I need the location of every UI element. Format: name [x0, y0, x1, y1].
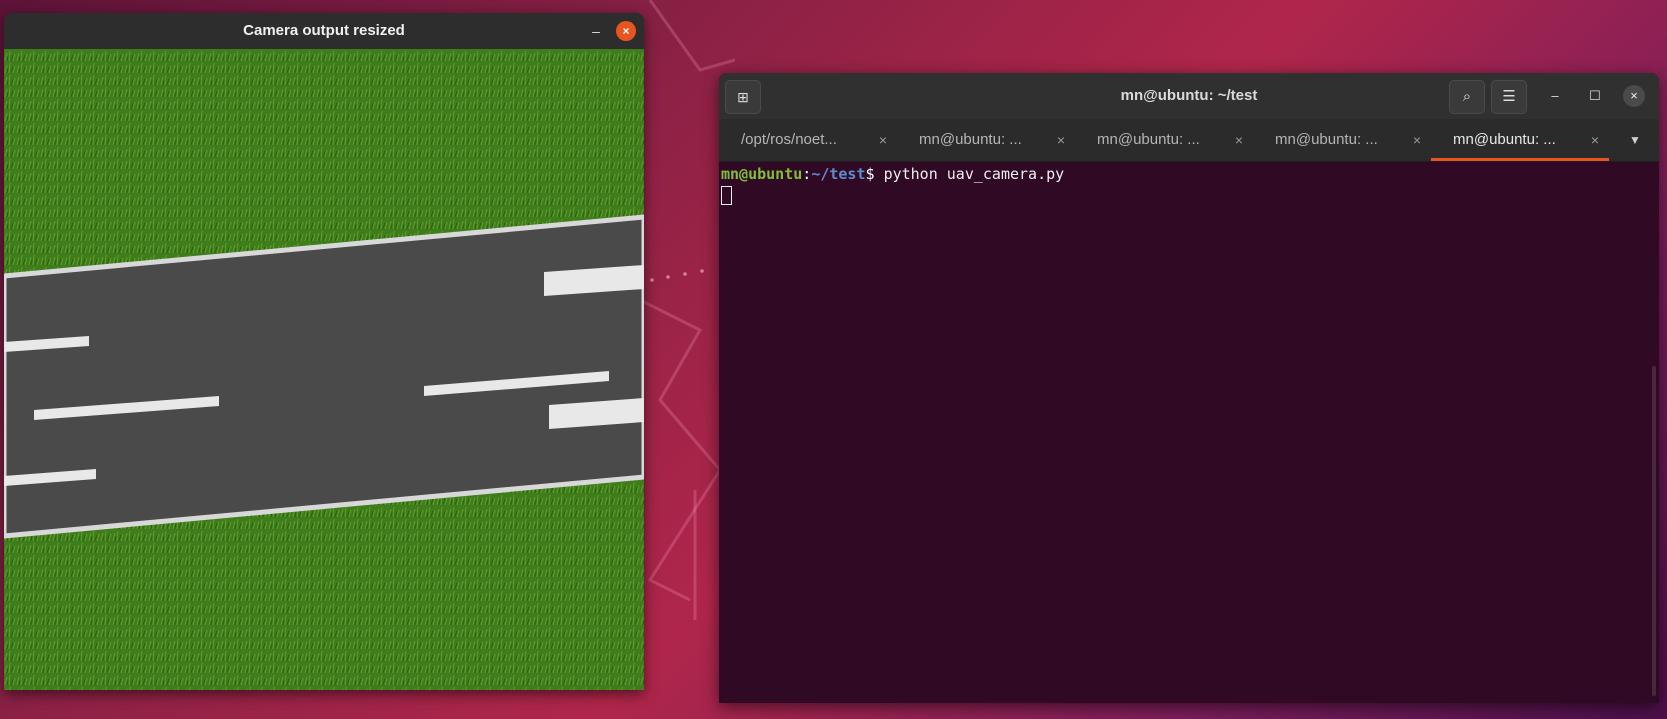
tab-1[interactable]: /opt/ros/noet... ×: [719, 119, 897, 161]
prompt-colon: :: [802, 165, 812, 183]
tab-close-icon[interactable]: ×: [1591, 119, 1599, 161]
tab-close-icon[interactable]: ×: [1235, 119, 1243, 161]
tab-label: mn@ubuntu: ...: [1275, 131, 1378, 148]
tab-label: mn@ubuntu: ...: [919, 131, 1022, 148]
minimize-button[interactable]: –: [586, 21, 606, 41]
terminal-window[interactable]: ⊞ mn@ubuntu: ~/test ⌕ ☰ – ☐ × /opt/ros/n…: [719, 73, 1659, 703]
tab-dropdown-icon[interactable]: ▼: [1629, 119, 1641, 161]
prompt-line: mn@ubuntu:~/test$ python uav_camera.py: [721, 165, 1064, 183]
tab-bar: /opt/ros/noet... × mn@ubuntu: ... × mn@u…: [719, 119, 1659, 162]
terminal-content[interactable]: mn@ubuntu:~/test$ python uav_camera.py: [719, 161, 1659, 703]
scrollbar[interactable]: [1652, 366, 1656, 696]
tab-4[interactable]: mn@ubuntu: ... ×: [1253, 119, 1431, 161]
menu-icon[interactable]: ☰: [1491, 80, 1527, 114]
tab-5-active[interactable]: mn@ubuntu: ... ×: [1431, 119, 1609, 161]
prompt-user-host: mn@ubuntu: [721, 165, 803, 183]
prompt-path: ~/test: [811, 165, 866, 183]
tab-close-icon[interactable]: ×: [1413, 119, 1421, 161]
camera-output-window[interactable]: Camera output resized – ×: [4, 13, 644, 690]
tab-close-icon[interactable]: ×: [1057, 119, 1065, 161]
close-button[interactable]: ×: [616, 21, 636, 41]
tab-label: /opt/ros/noet...: [741, 131, 837, 148]
terminal-headerbar[interactable]: ⊞ mn@ubuntu: ~/test ⌕ ☰ – ☐ ×: [719, 73, 1659, 119]
tab-label: mn@ubuntu: ...: [1453, 131, 1556, 148]
minimize-button[interactable]: –: [1544, 85, 1566, 107]
tab-close-icon[interactable]: ×: [879, 119, 887, 161]
camera-window-title: Camera output resized: [243, 22, 405, 39]
camera-image: [4, 49, 644, 690]
tab-label: mn@ubuntu: ...: [1097, 131, 1200, 148]
prompt-command: python uav_camera.py: [883, 165, 1065, 183]
maximize-button[interactable]: ☐: [1584, 85, 1606, 107]
tab-2[interactable]: mn@ubuntu: ... ×: [897, 119, 1075, 161]
tab-3[interactable]: mn@ubuntu: ... ×: [1075, 119, 1253, 161]
camera-window-titlebar[interactable]: Camera output resized – ×: [4, 13, 644, 49]
close-button[interactable]: ×: [1623, 85, 1645, 107]
text-cursor: [721, 186, 732, 205]
search-icon[interactable]: ⌕: [1449, 80, 1485, 114]
prompt-symbol: $: [865, 165, 884, 183]
